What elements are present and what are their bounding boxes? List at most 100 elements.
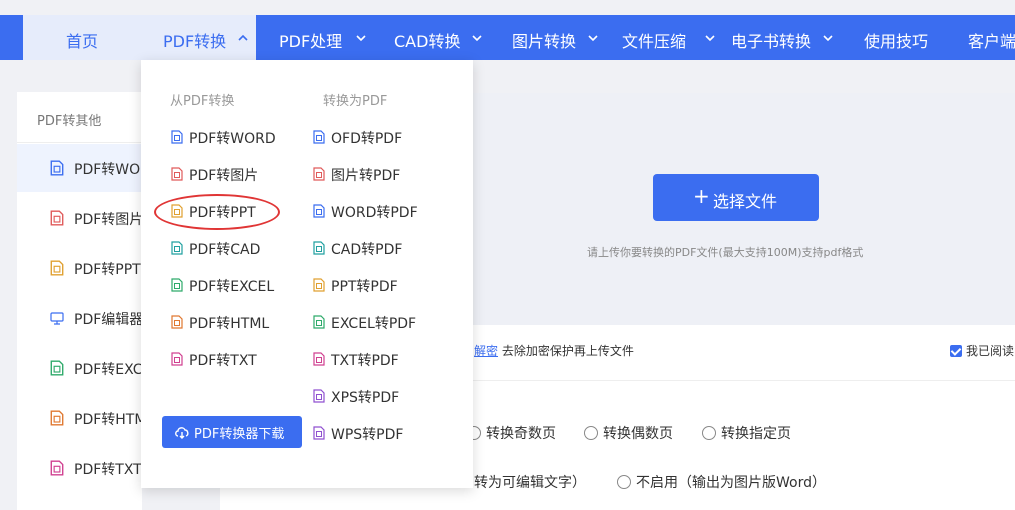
dropdown-item[interactable]: XPS转PDF: [313, 385, 443, 409]
radio-label: 转换偶数页: [603, 426, 673, 442]
sidebar-item[interactable]: PDF转PPT: [17, 244, 142, 292]
sidebar-item-label: PDF转PPT: [74, 262, 141, 278]
nav-label: 使用技巧: [864, 32, 929, 51]
divider: [17, 142, 142, 143]
chevron-down-icon: [356, 35, 366, 42]
sidebar-title: PDF转其他: [37, 114, 102, 129]
nav-pdf-process[interactable]: PDF处理: [279, 15, 379, 60]
nav-label: 客户端: [968, 32, 1015, 51]
nav-home[interactable]: 首页: [23, 15, 141, 60]
decrypt-row: 解密 去除加密保护再上传文件: [474, 342, 634, 359]
word-file-icon: [171, 130, 183, 144]
radio-icon: [702, 426, 716, 440]
dropdown-item[interactable]: CAD转PDF: [313, 237, 443, 261]
dropdown-item-label: WORD转PDF: [331, 205, 418, 221]
sidebar-item-label: PDF编辑器: [74, 312, 144, 328]
decrypt-text: 去除加密保护再上传文件: [501, 344, 634, 358]
excel-file-icon: [313, 315, 325, 329]
sidebar-item[interactable]: PDF转EXCEL: [17, 344, 159, 392]
dropdown-item-label: WPS转PDF: [331, 427, 404, 443]
excel-file-icon: [171, 278, 183, 292]
sidebar-item[interactable]: PDF编辑器: [17, 294, 144, 342]
dropdown-item-label: OFD转PDF: [331, 131, 403, 147]
nav-ebook-convert[interactable]: 电子书转换: [731, 15, 846, 60]
image-file-icon: [313, 167, 325, 181]
select-file-label: 选择文件: [713, 192, 778, 211]
decrypt-link[interactable]: 解密: [474, 344, 498, 358]
monitor-icon: [50, 312, 64, 325]
nav-file-compress[interactable]: 文件压缩: [622, 15, 722, 60]
txt-file-icon: [171, 352, 183, 366]
html-file-icon: [50, 410, 64, 426]
download-label: PDF转换器下载: [194, 427, 285, 442]
chevron-down-icon: [705, 35, 715, 42]
dropdown-item[interactable]: PDF转EXCEL: [171, 274, 301, 298]
radio-ocr-disabled[interactable]: 不启用（输出为图片版Word）: [617, 472, 826, 492]
dropdown-item-label: PDF转TXT: [189, 353, 257, 369]
dropdown-from-title: 从PDF转换: [170, 94, 235, 109]
ofd-file-icon: [313, 130, 325, 144]
dropdown-item[interactable]: PDF转TXT: [171, 348, 301, 372]
nav-tips[interactable]: 使用技巧: [864, 15, 959, 60]
dropdown-item-label: PPT转PDF: [331, 279, 398, 295]
sidebar-item[interactable]: PDF转TXT: [17, 444, 142, 492]
dropdown-item[interactable]: EXCEL转PDF: [313, 311, 443, 335]
dropdown-item[interactable]: PDF转CAD: [171, 237, 301, 261]
dropdown-item[interactable]: PDF转HTML: [171, 311, 301, 335]
radio-label: 转换指定页: [721, 426, 791, 442]
dropdown-item[interactable]: WORD转PDF: [313, 200, 443, 224]
divider: [460, 380, 1015, 381]
sidebar-item[interactable]: PDF转HTML: [17, 394, 154, 442]
nav-image-convert[interactable]: 图片转换: [512, 15, 612, 60]
dropdown-item[interactable]: PDF转图片: [171, 163, 301, 187]
dropdown-item-label: PDF转图片: [189, 168, 259, 184]
sidebar-item[interactable]: PDF转WORD: [17, 144, 161, 192]
radio-icon: [617, 475, 631, 489]
word-file-icon: [313, 204, 325, 218]
wps-file-icon: [313, 426, 325, 440]
checkbox-checked-icon: [950, 345, 962, 357]
html-file-icon: [171, 315, 183, 329]
nav-home-label: 首页: [66, 32, 99, 51]
radio-specified-pages[interactable]: 转换指定页: [702, 423, 791, 443]
pdf-convert-dropdown: 从PDF转换 转换为PDF PDF转WORD PDF转图片 PDF转PPT PDF转C…: [141, 60, 473, 488]
excel-file-icon: [50, 360, 64, 376]
nav-label: 图片转换: [512, 32, 577, 51]
select-file-button[interactable]: + 选择文件: [653, 174, 819, 221]
plus-icon: +: [693, 184, 710, 208]
dropdown-item-label: TXT转PDF: [331, 353, 399, 369]
nav-pdf-convert[interactable]: PDF转换: [141, 15, 256, 60]
dropdown-item-label: PDF转HTML: [189, 316, 270, 332]
radio-label: 转换奇数页: [486, 426, 556, 442]
chevron-down-icon: [823, 35, 833, 42]
radio-label: 不启用（输出为图片版Word）: [636, 475, 826, 491]
dropdown-to-title: 转换为PDF: [323, 94, 388, 109]
agree-checkbox[interactable]: 我已阅读: [950, 342, 1014, 359]
dropdown-item[interactable]: TXT转PDF: [313, 348, 443, 372]
txt-file-icon: [50, 460, 64, 476]
nav-cad-convert[interactable]: CAD转换: [394, 15, 494, 60]
txt-file-icon: [313, 352, 325, 366]
dropdown-item-label: EXCEL转PDF: [331, 316, 417, 332]
ocr-option-text: 转为可编辑文字）: [474, 475, 586, 491]
dropdown-item[interactable]: 图片转PDF: [313, 163, 443, 187]
nav-client[interactable]: 客户端: [968, 15, 1015, 60]
chevron-down-icon: [588, 35, 598, 42]
radio-icon: [584, 426, 598, 440]
sidebar: PDF转其他 PDF转WORD PDF转图片 PDF转PPT PDF编辑器 PDF转EX…: [17, 92, 161, 510]
dropdown-item[interactable]: PPT转PDF: [313, 274, 443, 298]
sidebar-item[interactable]: PDF转图片: [17, 194, 143, 242]
image-file-icon: [171, 167, 183, 181]
cloud-download-icon: [175, 427, 189, 439]
dropdown-item[interactable]: OFD转PDF: [313, 126, 443, 150]
dropdown-item[interactable]: PDF转WORD: [171, 126, 301, 150]
radio-odd-pages[interactable]: 转换奇数页: [467, 423, 556, 443]
download-converter-button[interactable]: PDF转换器下载: [162, 416, 302, 448]
cad-file-icon: [171, 241, 183, 255]
nav-label: CAD转换: [394, 32, 461, 51]
ppt-file-icon: [313, 278, 325, 292]
dropdown-item-label: PDF转WORD: [189, 131, 276, 147]
sidebar-item-label: PDF转TXT: [74, 462, 142, 478]
radio-even-pages[interactable]: 转换偶数页: [584, 423, 673, 443]
dropdown-item[interactable]: WPS转PDF: [313, 422, 443, 446]
